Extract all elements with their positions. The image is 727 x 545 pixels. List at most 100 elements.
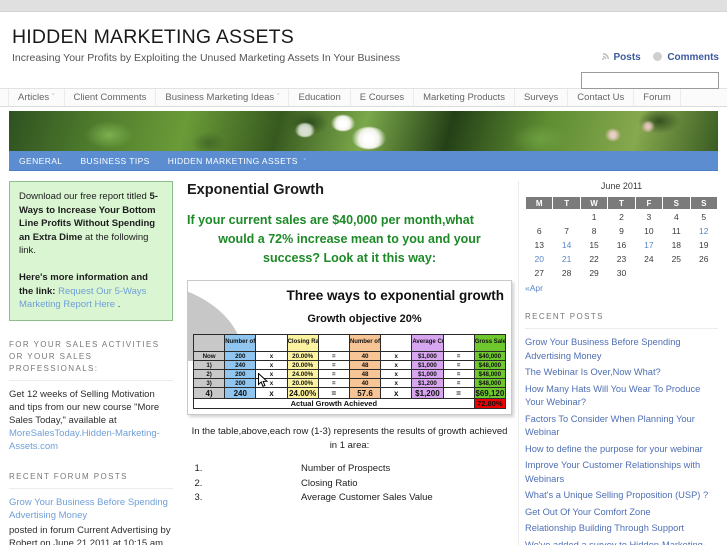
calendar-day-anchor[interactable]: 12 — [699, 226, 708, 236]
page-root: HIDDEN MARKETING ASSETS Increasing Your … — [0, 0, 727, 545]
recent-post-link[interactable]: What's a Unique Selling Proposition (USP… — [525, 490, 708, 500]
recent-post-link[interactable]: We've added a survey to Hidden-Marketing… — [525, 540, 706, 545]
calendar-day: 9 — [607, 223, 636, 238]
rss-icon — [601, 52, 611, 61]
forum-post-item: Grow Your Business Before Spending Adver… — [9, 496, 173, 545]
nav-item-articles[interactable]: Articles ˇ — [8, 89, 65, 106]
comments-feed-link[interactable]: Comments — [667, 52, 719, 63]
calendar-day: 18 — [662, 237, 691, 252]
calendar-day: 25 — [662, 251, 691, 266]
left-sidebar: Download our free report titled 5-Ways t… — [9, 181, 181, 545]
cell-gross-sales: $48,000 — [473, 360, 507, 370]
chevron-down-icon: ˇ — [277, 94, 280, 101]
cell-operator: x — [380, 378, 413, 388]
recent-post-link[interactable]: How Many Hats Will You Wear To Produce Y… — [525, 384, 700, 408]
calendar-prev-month-link[interactable]: «Apr — [525, 283, 543, 293]
nav-item-e-courses[interactable]: E Courses — [351, 89, 415, 106]
search-input[interactable] — [581, 72, 719, 89]
nav-label: E Courses — [359, 92, 405, 103]
calendar-day-link[interactable]: 12 — [689, 223, 719, 238]
widget-title: RECENT FORUM POSTS — [9, 471, 173, 489]
recent-post-link[interactable]: The Webinar Is Over,Now What? — [525, 367, 661, 377]
category-navigation: GENERAL BUSINESS TIPS HIDDEN MARKETING A… — [9, 151, 718, 171]
cell-operator: = — [317, 351, 350, 361]
header-gross-sales: Gross Sales — [473, 334, 507, 352]
list-item: Average Customer Sales Value — [205, 491, 512, 506]
lead-line-2: would a 72% increase mean to you and you… — [218, 232, 481, 246]
list-item: How Many Hats Will You Wear To Produce Y… — [525, 383, 718, 410]
recent-post-link[interactable]: Improve Your Customer Relationships with… — [525, 460, 700, 484]
more-sales-today-link[interactable]: MoreSalesToday.Hidden-Marketing-Assets.c… — [9, 428, 160, 452]
weekday-thu: T — [607, 196, 636, 210]
nav-item-client-comments[interactable]: Client Comments — [65, 89, 157, 106]
nav-item-business-marketing-ideas[interactable]: Business Marketing Ideas ˇ — [156, 89, 290, 106]
cell-operator: = — [442, 378, 475, 388]
cell-gross-sales: $48,000 — [473, 378, 507, 388]
cell-customers: 48 — [348, 369, 382, 379]
slide-title: Three ways to exponential growth — [286, 288, 504, 303]
header-number-of-customers: Number of Customers — [348, 334, 382, 352]
widget-title: RECENT POSTS — [525, 311, 718, 329]
calendar-day: 29 — [579, 265, 609, 280]
catnav-item-hidden-marketing-assets[interactable]: HIDDEN MARKETING ASSETS ˇ — [168, 156, 307, 166]
calendar-week-row: 6 7 8 9 10 11 12 — [524, 223, 719, 238]
calendar-day: 8 — [579, 223, 609, 238]
calendar-day-anchor[interactable]: 14 — [562, 240, 571, 250]
browser-top-strip — [0, 0, 727, 12]
calendar-day-link[interactable]: 17 — [634, 237, 664, 252]
calendar-day: 22 — [579, 251, 609, 266]
nav-item-education[interactable]: Education — [289, 89, 351, 106]
table-footer-row: Actual Growth Achieved 72.80% — [193, 398, 507, 409]
calendar-day-link[interactable]: 20 — [524, 251, 554, 266]
cell-avg-customer: $1,200 — [411, 378, 444, 388]
list-item: Number of Prospects — [205, 462, 512, 477]
recent-post-link[interactable]: Factors To Consider When Planning Your W… — [525, 414, 695, 438]
chevron-down-icon: ˇ — [52, 94, 55, 101]
calendar-day: 30 — [607, 265, 636, 280]
nav-item-forum[interactable]: Forum — [634, 89, 681, 106]
calendar-day: 16 — [607, 237, 636, 252]
catnav-item-business-tips[interactable]: BUSINESS TIPS — [80, 156, 149, 166]
posts-feed-link[interactable]: Posts — [614, 52, 641, 63]
calendar-day: 23 — [607, 251, 636, 266]
recent-post-link[interactable]: Get Out Of Your Comfort Zone — [525, 507, 651, 517]
growth-areas-list: Number of Prospects Closing Ratio Averag… — [187, 462, 512, 506]
calendar-day-link[interactable]: 14 — [552, 237, 581, 252]
header-number-of-prospects: Number of Prospect — [224, 334, 257, 352]
recent-posts-list: Grow Your Business Before Spending Adver… — [525, 336, 718, 545]
calendar-widget: June 2011 M T W T F S S 1 2 3 4 5 6 7 8 … — [524, 181, 719, 280]
forum-post-link[interactable]: Grow Your Business Before Spending Adver… — [9, 496, 173, 522]
recent-post-link[interactable]: Relationship Building Through Support — [525, 523, 684, 533]
cell-operator: x — [380, 351, 413, 361]
nav-label: Articles — [18, 92, 50, 103]
recent-post-link[interactable]: Grow Your Business Before Spending Adver… — [525, 337, 681, 361]
recent-post-link[interactable]: How to define the purpose for your webin… — [525, 444, 703, 454]
calendar-day — [634, 265, 664, 280]
calendar-day-anchor[interactable]: 17 — [644, 240, 653, 250]
cell-operator: = — [317, 369, 350, 379]
cell-avg-customer: $1,000 — [411, 360, 444, 370]
row-label: 1) — [192, 360, 226, 370]
nav-item-surveys[interactable]: Surveys — [515, 89, 569, 106]
nav-item-contact-us[interactable]: Contact Us — [568, 89, 635, 106]
nav-item-marketing-products[interactable]: Marketing Products — [414, 89, 515, 106]
calendar-day: 4 — [662, 209, 691, 224]
widget-title: FOR YOUR SALES ACTIVITIES OR YOUR SALES … — [9, 339, 173, 381]
catnav-label: GENERAL — [19, 155, 63, 166]
calendar-day-anchor[interactable]: 20 — [534, 254, 543, 264]
calendar-day-anchor[interactable]: 21 — [562, 254, 571, 264]
header-op-blank — [380, 334, 413, 352]
list-item: Improve Your Customer Relationships with… — [525, 459, 718, 486]
cell-prospects: 200 — [224, 369, 257, 379]
free-report-promo-box: Download our free report titled 5-Ways t… — [9, 181, 173, 321]
list-item: Grow Your Business Before Spending Adver… — [525, 336, 718, 363]
header-closing-ratio: Closing Ratio — [286, 334, 319, 352]
calendar-day: 19 — [689, 237, 719, 252]
cell-operator: = — [442, 360, 475, 370]
calendar-day-link[interactable]: 21 — [552, 251, 581, 266]
catnav-item-general[interactable]: GENERAL — [19, 156, 62, 166]
calendar-day: 11 — [662, 223, 691, 238]
calendar-day: 28 — [552, 265, 581, 280]
nav-label: Contact Us — [577, 92, 625, 103]
calendar-week-row: 13 14 15 16 17 18 19 — [524, 237, 719, 252]
